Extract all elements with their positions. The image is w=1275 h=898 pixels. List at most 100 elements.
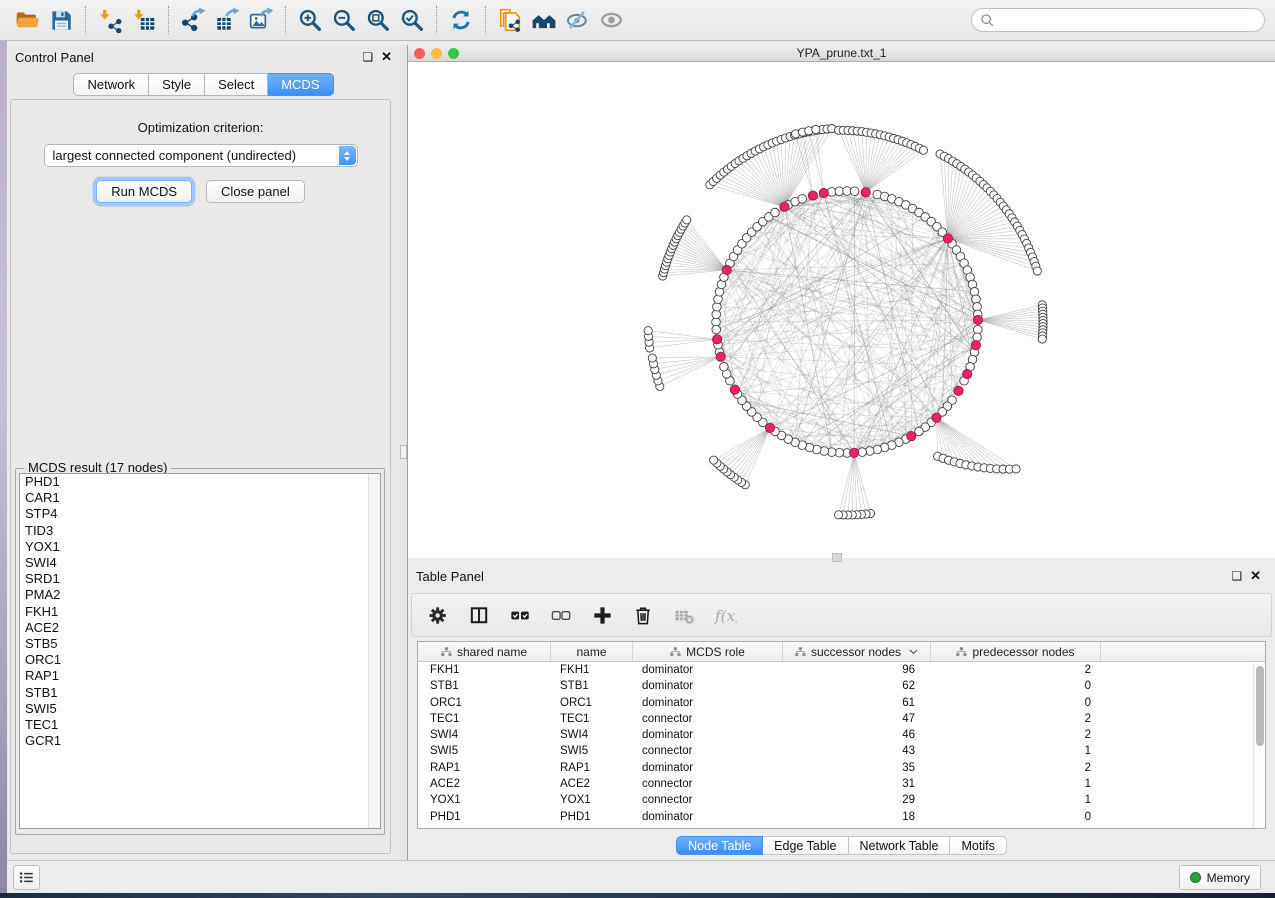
table-row[interactable]: PHD1PHD1dominator180 — [418, 809, 1265, 825]
mcds-result-item[interactable]: RAP1 — [20, 668, 380, 684]
table-row[interactable]: FKH1FKH1dominator962 — [418, 662, 1265, 678]
tab-network[interactable]: Network — [73, 73, 149, 96]
horizontal-splitter-handle[interactable] — [832, 553, 842, 562]
import-network-icon — [97, 7, 123, 33]
mcds-result-item[interactable]: CAR1 — [20, 490, 380, 506]
mcds-list-scrollbar[interactable] — [368, 474, 380, 828]
zoom-out-button[interactable] — [327, 4, 361, 36]
save-session-button[interactable] — [44, 4, 78, 36]
table-scrollbar-thumb[interactable] — [1256, 666, 1264, 746]
network-share-document-button[interactable] — [493, 4, 527, 36]
panel-menu-button[interactable] — [13, 865, 40, 890]
close-panel-button[interactable]: Close panel — [206, 180, 305, 203]
tab-motifs[interactable]: Motifs — [950, 836, 1006, 855]
memory-button[interactable]: Memory — [1179, 865, 1261, 890]
mcds-result-item[interactable]: SRD1 — [20, 571, 380, 587]
table-cell: PHD1 — [418, 809, 551, 825]
refresh-layout-button[interactable] — [444, 4, 478, 36]
table-cell: 2 — [931, 662, 1101, 678]
network-canvas[interactable] — [408, 62, 1275, 558]
tab-style[interactable]: Style — [149, 73, 205, 96]
zoom-out-icon — [331, 7, 357, 33]
toolbar-separator — [436, 6, 437, 34]
column-header-MCDS-role[interactable]: MCDS role — [633, 642, 783, 661]
mcds-result-item[interactable]: STB1 — [20, 685, 380, 701]
show-panels-eye-button[interactable] — [595, 4, 629, 36]
column-header-predecessor-nodes[interactable]: predecessor nodes — [931, 642, 1101, 661]
close-panel-icon[interactable]: ✕ — [381, 49, 392, 65]
mcds-result-item[interactable]: STB5 — [20, 636, 380, 652]
column-settings-gear-button[interactable] — [426, 603, 450, 627]
mcds-result-item[interactable]: SWI5 — [20, 701, 380, 717]
unselect-all-columns-button[interactable] — [549, 603, 573, 627]
table-cell: FKH1 — [551, 662, 633, 678]
column-header-shared-name[interactable]: shared name — [418, 642, 551, 661]
mcds-result-item[interactable]: FKH1 — [20, 604, 380, 620]
tab-select[interactable]: Select — [205, 73, 268, 96]
application-window: Control Panel ❏ ✕ NetworkStyleSelectMCDS… — [0, 0, 1275, 898]
mcds-result-item[interactable]: GCR1 — [20, 733, 380, 749]
table-cell: 0 — [931, 809, 1101, 825]
zoom-in-button[interactable] — [293, 4, 327, 36]
table-row[interactable]: RAP1RAP1dominator352 — [418, 760, 1265, 776]
import-table-button[interactable] — [127, 4, 161, 36]
mcds-result-item[interactable]: YOX1 — [20, 539, 380, 555]
table-cell: 43 — [783, 743, 931, 759]
mcds-result-item[interactable]: PHD1 — [20, 474, 380, 490]
optimization-criterion-select[interactable]: largest connected component (undirected) — [44, 144, 358, 167]
mcds-result-item[interactable]: ACE2 — [20, 620, 380, 636]
tab-edge-table[interactable]: Edge Table — [763, 836, 848, 855]
export-network-button[interactable] — [176, 4, 210, 36]
zoom-selected-button[interactable] — [395, 4, 429, 36]
column-header-name[interactable]: name — [551, 642, 633, 661]
mcds-result-item[interactable]: PMA2 — [20, 587, 380, 603]
mcds-result-list[interactable]: PHD1CAR1STP4TID3YOX1SWI4SRD1PMA2FKH1ACE2… — [19, 473, 381, 829]
splitter-handle[interactable] — [400, 445, 407, 459]
mcds-result-item[interactable]: ORC1 — [20, 652, 380, 668]
tab-node-table[interactable]: Node Table — [676, 836, 763, 855]
table-cell: ACE2 — [551, 776, 633, 792]
export-image-button[interactable] — [244, 4, 278, 36]
table-row[interactable]: ACE2ACE2connector311 — [418, 776, 1265, 792]
mcds-result-item[interactable]: TEC1 — [20, 717, 380, 733]
table-row[interactable]: YOX1YOX1connector291 — [418, 792, 1265, 808]
float-table-panel-icon[interactable]: ❏ — [1231, 569, 1242, 583]
network-window-title: YPA_prune.txt_1 — [408, 46, 1275, 60]
table-cell: YOX1 — [551, 792, 633, 808]
create-column-button[interactable] — [590, 603, 614, 627]
select-all-columns-button[interactable] — [508, 603, 532, 627]
delete-columns-button[interactable] — [631, 603, 655, 627]
mcds-result-item[interactable]: TID3 — [20, 523, 380, 539]
table-scrollbar[interactable] — [1253, 663, 1265, 828]
table-row[interactable]: SWI5SWI5connector431 — [418, 743, 1265, 759]
search-box[interactable] — [971, 8, 1265, 32]
home-networks-button[interactable] — [527, 4, 561, 36]
close-table-panel-icon[interactable]: ✕ — [1250, 568, 1261, 584]
table-row[interactable]: TEC1TEC1connector472 — [418, 711, 1265, 727]
column-header-successor-nodes[interactable]: successor nodes — [783, 642, 931, 661]
table-cell: dominator — [633, 809, 783, 825]
mcds-tab-content: Optimization criterion: largest connecte… — [10, 99, 391, 854]
mcds-result-item[interactable]: SWI4 — [20, 555, 380, 571]
network-window-titlebar[interactable]: YPA_prune.txt_1 — [408, 45, 1275, 62]
mcds-result-item[interactable]: STP4 — [20, 506, 380, 522]
export-table-button[interactable] — [210, 4, 244, 36]
split-panel-button[interactable] — [467, 603, 491, 627]
table-row[interactable]: ORC1ORC1dominator610 — [418, 695, 1265, 711]
tab-mcds[interactable]: MCDS — [268, 73, 333, 96]
float-panel-icon[interactable]: ❏ — [362, 50, 373, 64]
search-input[interactable] — [999, 13, 1256, 27]
open-session-button[interactable] — [10, 4, 44, 36]
run-mcds-button[interactable]: Run MCDS — [96, 180, 192, 203]
import-network-button[interactable] — [93, 4, 127, 36]
vertical-splitter[interactable] — [400, 45, 408, 860]
svg-text:f(x): f(x) — [714, 606, 737, 624]
table-row[interactable]: SWI4SWI4dominator462 — [418, 727, 1265, 743]
hide-panels-eye-slash-button[interactable] — [561, 4, 595, 36]
table-cell: 46 — [783, 727, 931, 743]
zoom-fit-button[interactable] — [361, 4, 395, 36]
table-cell: connector — [633, 711, 783, 727]
tab-network-table[interactable]: Network Table — [849, 836, 951, 855]
toolbar-separator — [285, 6, 286, 34]
table-row[interactable]: STB1STB1dominator620 — [418, 678, 1265, 694]
